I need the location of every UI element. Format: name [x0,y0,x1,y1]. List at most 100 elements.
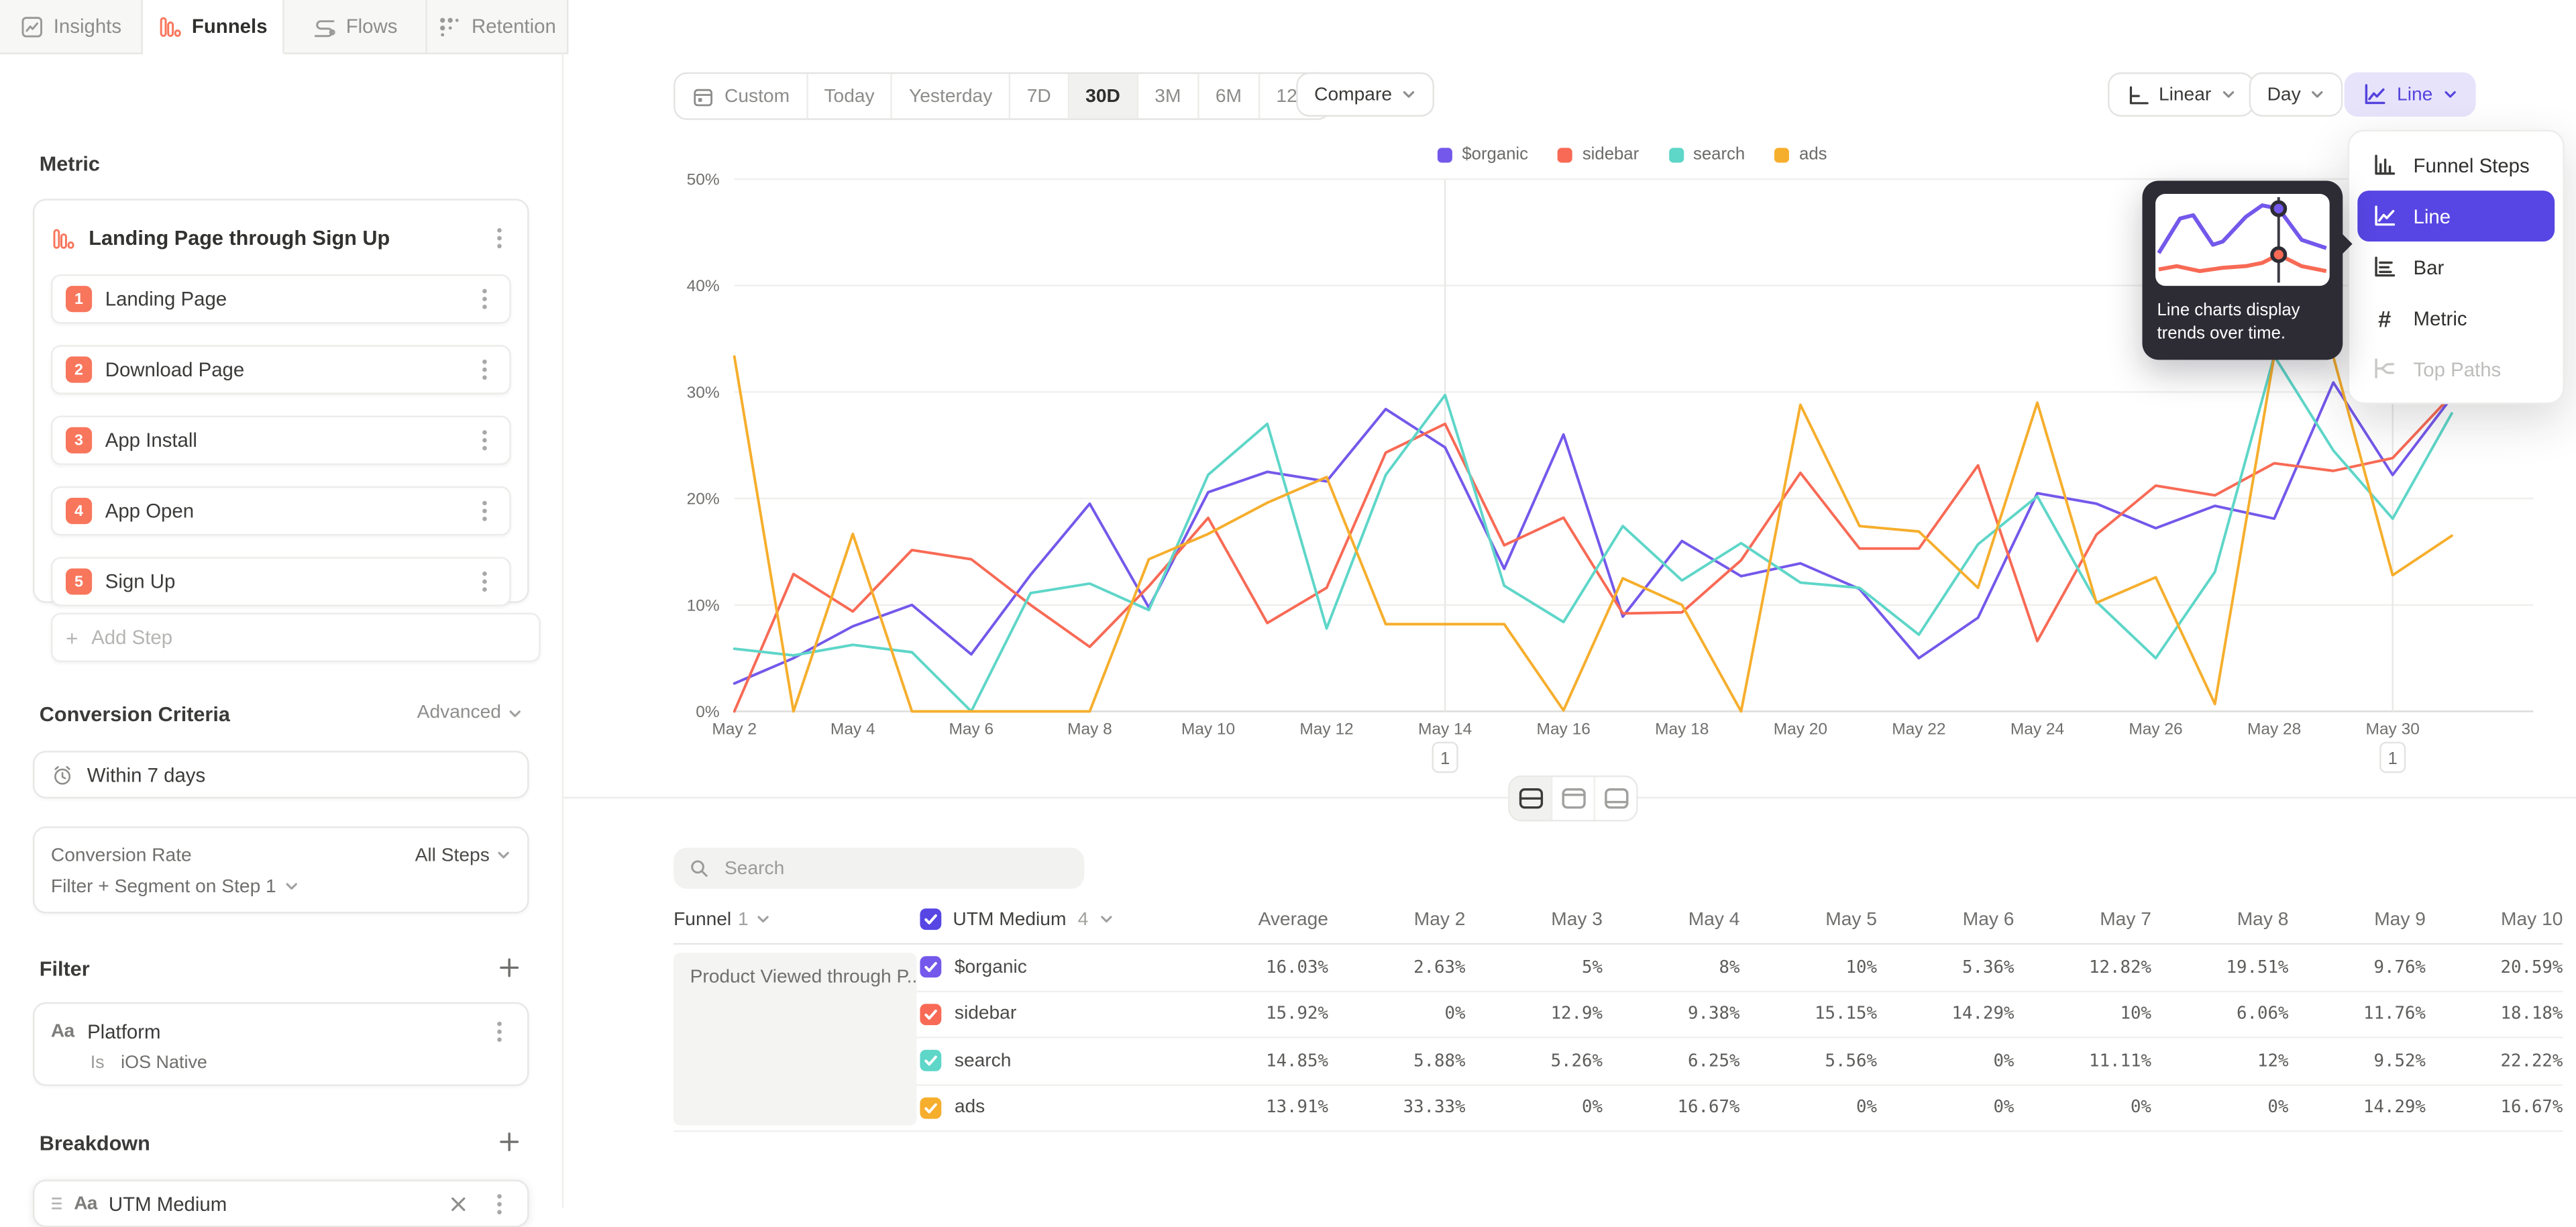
compare-button[interactable]: Compare [1296,72,1434,117]
chart-legend: $organic sidebar search ads [735,145,2530,164]
legend-item-search[interactable]: search [1668,145,1745,164]
menu-item-line[interactable]: Line [2357,191,2555,242]
date-range-30d[interactable]: 30D [1069,74,1138,118]
value-cell: 0% [1739,1098,1876,1118]
add-step-button[interactable]: + Add Step [51,612,541,661]
funnel-step-5[interactable]: 5Sign Up [51,557,511,606]
y-tick-label: 30% [687,384,720,402]
step-kebab-menu[interactable] [473,358,496,381]
column-header-may-4: May 4 [1603,910,1739,929]
date-range-label: Yesterday [909,87,992,106]
funnel-cell[interactable]: Product Viewed through P... [674,953,916,1125]
funnel-step-1[interactable]: 1Landing Page [51,274,511,323]
date-range-3m[interactable]: 3M [1138,74,1199,118]
retention-icon [437,14,462,39]
series-ads [735,356,2452,711]
menu-item-funnel-steps[interactable]: Funnel Steps [2357,140,2555,191]
value-cell: 13.91% [1191,1098,1328,1118]
chart-only-view-button[interactable] [1552,777,1595,820]
scale-label: Linear [2159,85,2211,104]
date-range-7d[interactable]: 7D [1010,74,1069,118]
step-kebab-menu[interactable] [473,499,496,522]
tab-label: Flows [346,15,398,38]
date-range-6m[interactable]: 6M [1199,74,1260,118]
menu-item-metric[interactable]: #Metric [2357,292,2555,343]
segment-cell: $organic [920,957,1191,978]
funnel-metric-card: Landing Page through Sign Up 1Landing Pa… [33,199,529,602]
add-breakdown-button[interactable] [499,1132,519,1151]
step-kebab-menu[interactable] [473,429,496,451]
conversion-window-button[interactable]: Within 7 days [33,751,529,798]
breakdown-table: Funnel 1 UTM Medium 4 AverageMay 2May 3M… [674,896,2563,1132]
tab-flows[interactable]: Flows [284,0,427,54]
query-sidebar: Metric Landing Page through Sign Up 1Lan… [0,54,564,1208]
y-tick-label: 0% [696,703,719,721]
value-cell: 12.82% [2014,957,2151,977]
funnel-step-2[interactable]: 2 Download Page [51,345,511,394]
chart-type-dropdown[interactable]: Line [2345,72,2475,117]
segment-select-all-checkbox[interactable] [920,908,941,930]
value-cell: 6.06% [2151,1004,2288,1024]
funnel-kebab-menu[interactable] [488,227,511,250]
value-cell: 12.9% [1465,1004,1602,1024]
x-tick-label: May 14 [1418,721,1472,739]
date-range-today[interactable]: Today [808,74,893,118]
y-tick-label: 40% [687,277,720,295]
value-cell: 9.52% [2288,1051,2425,1071]
menu-item-bar[interactable]: Bar [2357,242,2555,292]
value-cell: 33.33% [1328,1098,1465,1118]
drag-handle-icon[interactable] [51,1196,62,1211]
x-tick-label: May 30 [2366,721,2420,739]
filter-segment-dropdown[interactable]: Filter + Segment on Step 1 [51,871,511,902]
add-step-label: Add Step [91,626,172,649]
menu-item-label: Line [2414,205,2451,227]
legend-item-ads[interactable]: ads [1774,145,1827,164]
filter-kebab-menu[interactable] [488,1020,511,1043]
advanced-dropdown[interactable]: Advanced [417,703,523,723]
funnel-step-4[interactable]: 4App Open [51,486,511,535]
table-header-row: Funnel 1 UTM Medium 4 AverageMay 2May 3M… [674,896,2563,945]
scale-dropdown[interactable]: Linear [2108,72,2254,117]
table-only-view-button[interactable] [1595,777,1636,820]
step-kebab-menu[interactable] [473,288,496,311]
value-cell: 10% [1739,957,1876,977]
tab-funnels[interactable]: Funnels [142,0,284,54]
value-cell: 10% [2014,1004,2151,1024]
column-header-may-7: May 7 [2014,910,2151,929]
compare-label: Compare [1314,85,1392,104]
tab-insights[interactable]: Insights [0,0,142,54]
conversion-rate-scope-dropdown[interactable]: All Steps [415,845,511,865]
date-range-yesterday[interactable]: Yesterday [893,74,1011,118]
date-range-custom[interactable]: Custom [676,74,808,118]
y-tick-label: 50% [687,171,720,189]
value-cell: 0% [1877,1098,2014,1118]
conversion-rate-card: Conversion Rate All Steps Filter + Segme… [33,826,529,914]
step-label: Download Page [105,358,460,381]
report-type-tabs: InsightsFunnels Flows Retention [0,0,568,54]
column-header-may-8: May 8 [2151,910,2288,929]
funnel-column-header[interactable]: Funnel 1 [674,910,920,929]
filter-item-card[interactable]: Aa Platform Is iOS Native [33,1002,529,1086]
step-number-badge: 2 [66,356,92,382]
funnel-step-3[interactable]: 3App Install [51,416,511,465]
value-cell: 11.76% [2288,1004,2425,1024]
granularity-dropdown[interactable]: Day [2249,72,2344,117]
split-view-button[interactable] [1510,777,1553,820]
legend-item-sidebar[interactable]: sidebar [1558,145,1639,164]
filter-property: Platform [87,1020,475,1043]
row-checkbox[interactable] [920,957,941,978]
breakdown-kebab-menu[interactable] [488,1192,511,1215]
search-input[interactable] [721,857,1069,879]
row-checkbox[interactable] [920,1051,941,1072]
row-checkbox[interactable] [920,1097,941,1118]
row-checkbox[interactable] [920,1004,941,1025]
legend-item-organic[interactable]: $organic [1438,145,1528,164]
step-kebab-menu[interactable] [473,570,496,593]
chevron-down-icon [496,848,511,863]
close-icon[interactable] [450,1195,466,1212]
tab-retention[interactable]: Retention [427,0,569,54]
segment-column-header[interactable]: UTM Medium 4 [920,908,1191,930]
add-filter-button[interactable] [499,958,519,977]
breakdown-item-card[interactable]: Aa UTM Medium [33,1179,529,1227]
legend-label: search [1693,145,1745,164]
